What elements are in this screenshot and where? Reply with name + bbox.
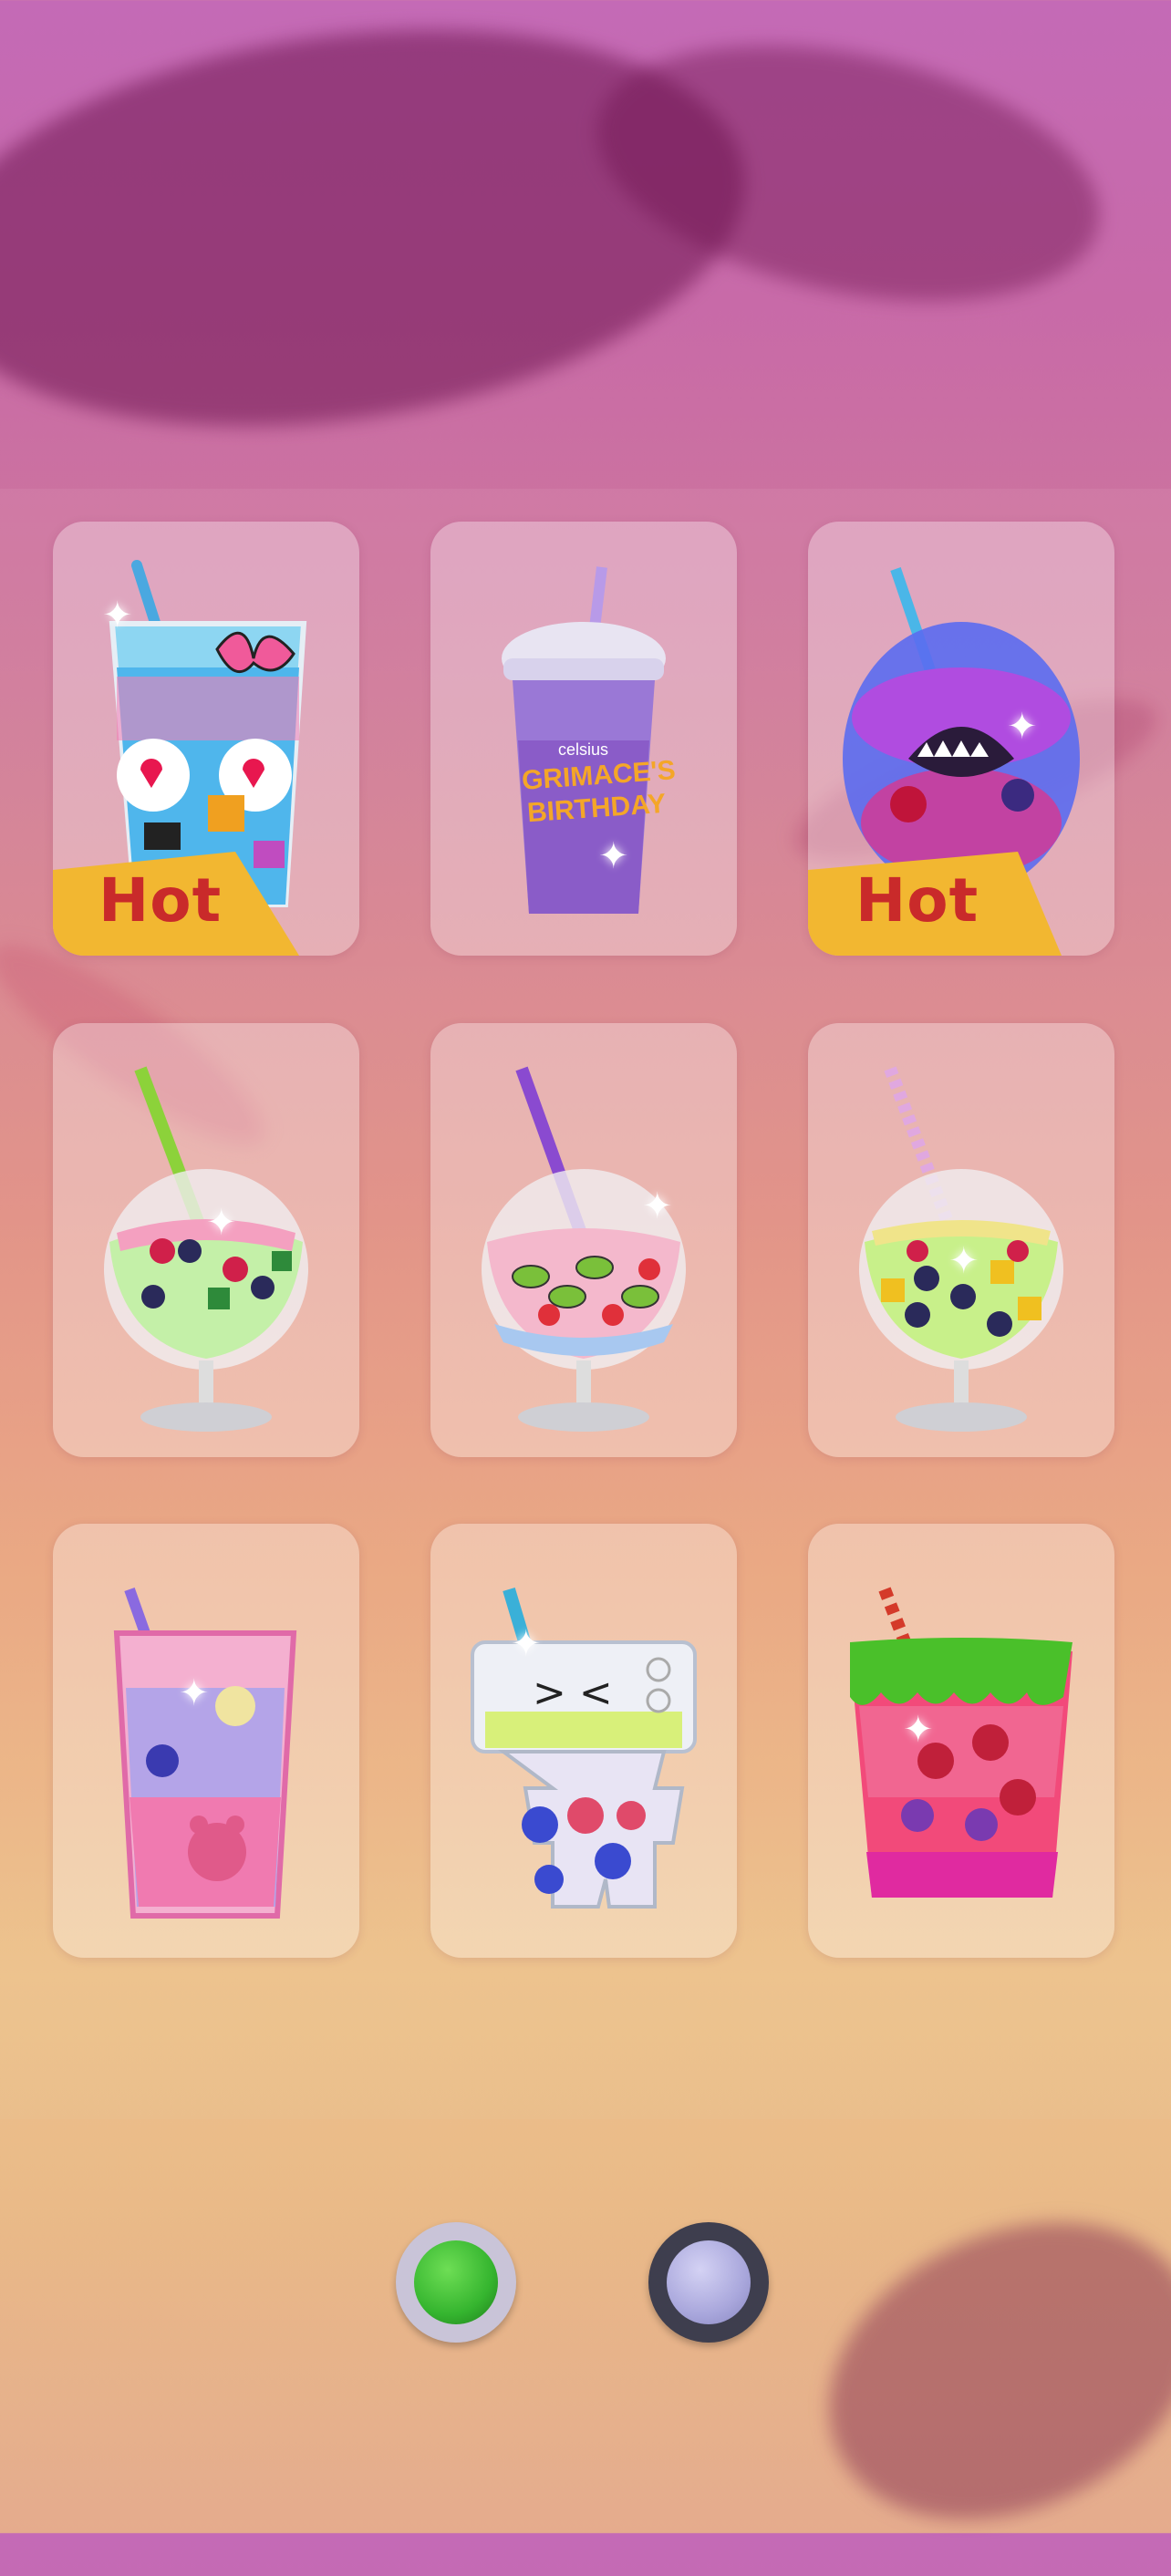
sparkle-icon: ✦ [903,1710,934,1750]
hot-label: Hot [98,865,223,936]
drink-card-5[interactable] [430,1023,737,1457]
sparkle-icon: ✦ [948,1241,979,1281]
drink-card-9[interactable] [808,1524,1114,1958]
sparkle-icon: ✦ [1007,707,1038,747]
page-dot-2[interactable] [648,2222,769,2343]
sparkle-icon: ✦ [179,1673,210,1713]
drink-card-7[interactable] [53,1524,359,1958]
drink-card-3[interactable]: Hot [808,522,1114,956]
drink-grimace-image [502,566,666,914]
drink-robot-image: > < [471,1587,697,1909]
hot-badge: Hot [808,846,1063,956]
drink-card-2[interactable]: celsius GRIMACE'S BIRTHDAY [430,522,737,956]
sparkle-icon: ✦ [642,1186,673,1226]
grimace-brand: celsius [558,740,609,759]
pager-band [0,2119,1171,2533]
hot-label: Hot [855,865,979,936]
drink-card-1[interactable]: Hot [53,522,359,956]
drink-card-8[interactable]: > < [430,1524,737,1958]
hot-badge: Hot [53,846,308,956]
sparkle-icon: ✦ [598,836,629,876]
sparkle-icon: ✦ [511,1624,542,1664]
sparkle-icon: ✦ [102,595,133,636]
drink-bear-image [113,1587,297,1919]
page-dot-1-fill [414,2240,498,2324]
page-dot-1-active[interactable] [396,2222,516,2343]
drink-watermelon-image [850,1587,1073,1898]
drink-kiwi-strawberry-image [482,1066,686,1432]
sparkle-icon: ✦ [206,1203,237,1243]
page-dot-2-fill [667,2240,751,2324]
svg-text:> <: > < [533,1670,613,1716]
